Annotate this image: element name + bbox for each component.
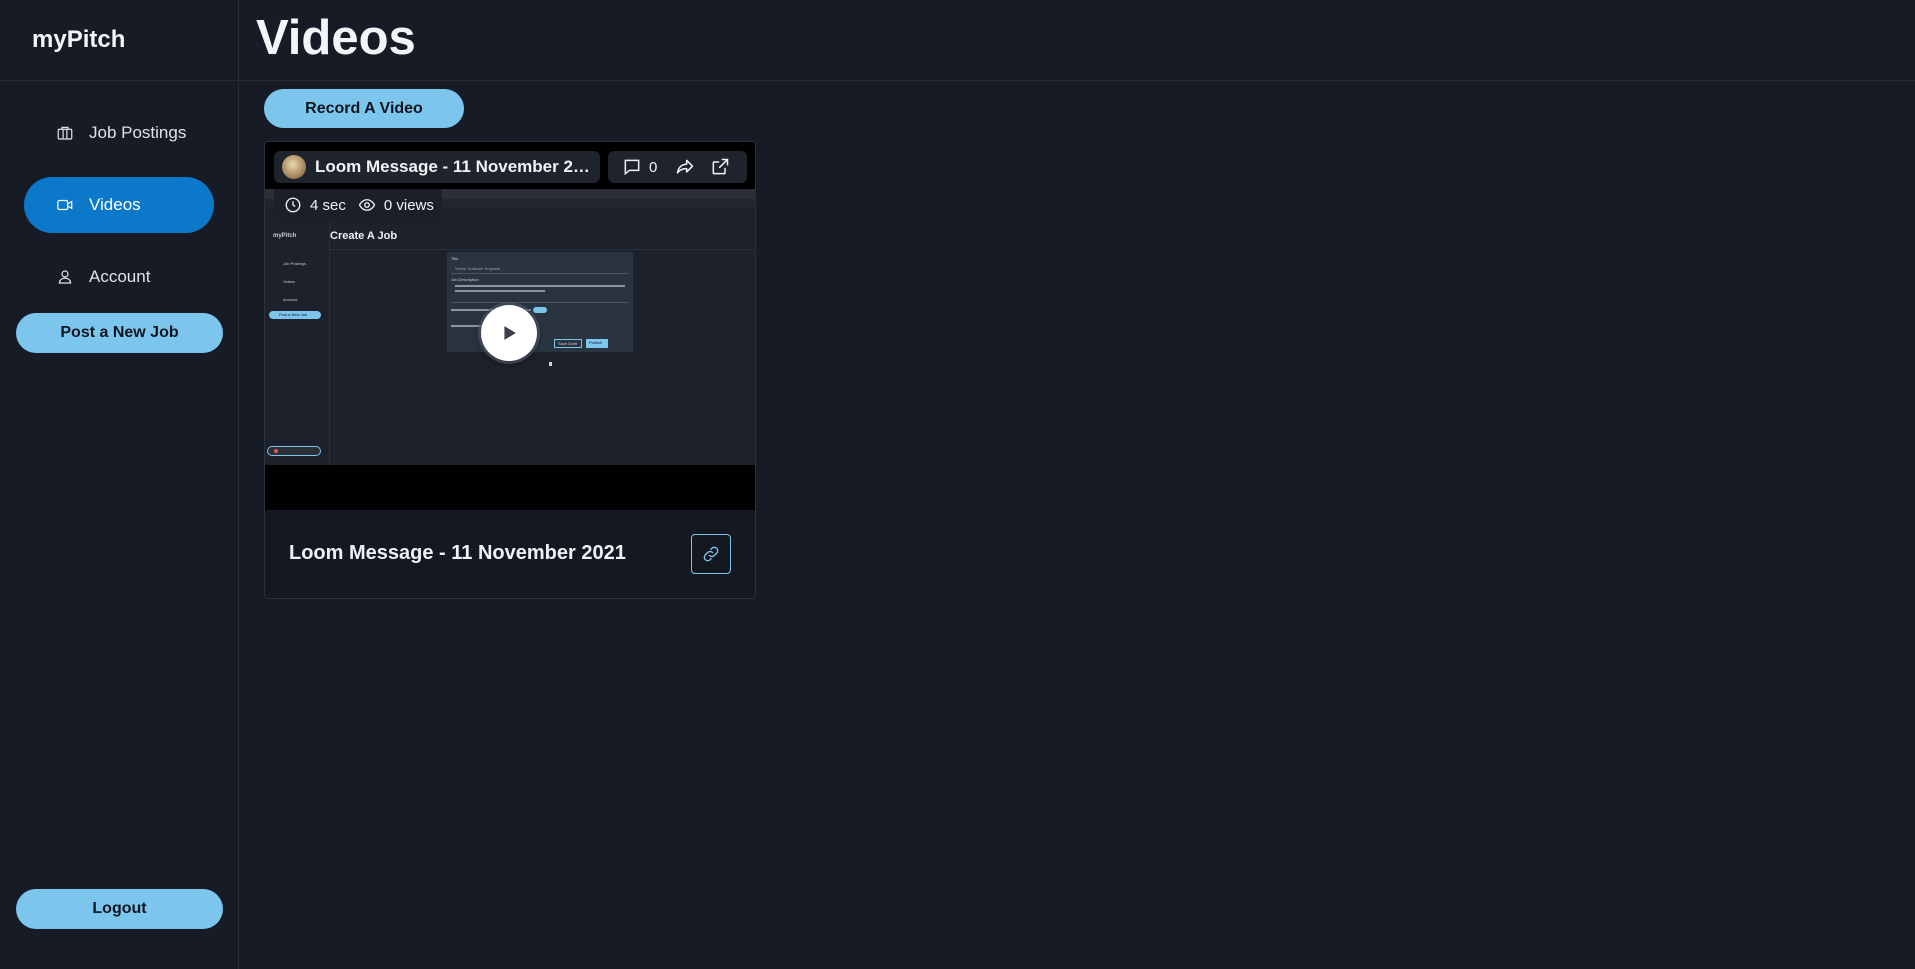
video-player[interactable]: myPitch Create A Job Job Postings Videos… [265, 142, 755, 510]
record-dot-icon [274, 449, 278, 453]
sidebar-item-label: Job Postings [89, 123, 187, 142]
play-icon [498, 322, 520, 344]
thumbnail-nav-item: Account [283, 297, 298, 302]
sidebar-item-account[interactable]: Account [24, 249, 214, 305]
thumbnail-publish-button: Publish [586, 339, 608, 348]
thumbnail-brand: myPitch [273, 233, 297, 239]
thumbnail-form: Title Senior Software Engineer Job Descr… [447, 252, 633, 352]
thumbnail-page-title: Create A Job [330, 230, 398, 242]
page-header: Videos [239, 0, 1915, 81]
user-icon [56, 268, 74, 286]
sidebar-item-label: Videos [89, 195, 141, 214]
video-embed-title[interactable]: Loom Message - 11 November 2… [315, 157, 590, 177]
thumbnail-record-controls [267, 446, 321, 456]
thumbnail-post-button: Post a New Job [269, 311, 321, 319]
video-actions-bar: 0 [608, 151, 747, 183]
thumbnail-form-value: Senior Software Engineer [455, 266, 501, 271]
thumbnail-nav-item: Job Postings [283, 261, 306, 266]
thumbnail-sidebar [265, 207, 330, 465]
thumbnail-form-label: Title [451, 256, 459, 261]
sidebar-item-job-postings[interactable]: Job Postings [24, 105, 214, 161]
copy-link-button[interactable] [691, 534, 731, 574]
avatar [282, 155, 306, 179]
share-icon [675, 157, 695, 177]
link-icon [702, 545, 720, 563]
logout-button[interactable]: Logout [16, 889, 223, 929]
post-new-job-button[interactable]: Post a New Job [16, 313, 223, 353]
video-title-bar[interactable]: Loom Message - 11 November 2… [274, 151, 600, 183]
sidebar-item-videos[interactable]: Videos [24, 177, 214, 233]
record-video-button[interactable]: Record A Video [264, 89, 464, 128]
thumbnail-save-button: Save Draft [554, 339, 582, 348]
open-external-button[interactable] [710, 157, 730, 177]
video-camera-icon [56, 196, 74, 214]
video-views: 0 views [383, 196, 434, 214]
thumbnail-form-label: Job Description [451, 277, 479, 282]
thumbnail-nav-item: Videos [283, 279, 296, 284]
brand-logo: myPitch [0, 0, 238, 81]
video-card: myPitch Create A Job Job Postings Videos… [264, 141, 756, 599]
sidebar: myPitch Job Postings Videos Account Post… [0, 0, 239, 969]
video-duration: 4 sec [310, 196, 346, 214]
eye-icon [358, 196, 384, 214]
briefcase-icon [56, 124, 74, 142]
share-button[interactable] [675, 157, 695, 177]
page-title: Videos [256, 11, 416, 65]
thumbnail-cursor [549, 362, 552, 366]
thumbnail-text-line [455, 290, 545, 292]
thumbnail-divider [329, 249, 755, 250]
comments-button[interactable]: 0 [622, 157, 657, 177]
sidebar-item-label: Account [89, 267, 151, 286]
comment-count: 0 [649, 158, 658, 176]
external-link-icon [710, 157, 730, 177]
thumbnail-form-rule [451, 273, 629, 274]
clock-icon [284, 196, 310, 214]
play-button[interactable] [481, 305, 537, 361]
thumbnail-toggle [533, 307, 547, 313]
video-stats: 4 sec 0 views [274, 189, 442, 221]
thumbnail-form-rule [451, 302, 629, 303]
comment-icon [622, 157, 642, 177]
video-title: Loom Message - 11 November 2021 [289, 542, 626, 564]
thumbnail-text-line [455, 285, 625, 287]
